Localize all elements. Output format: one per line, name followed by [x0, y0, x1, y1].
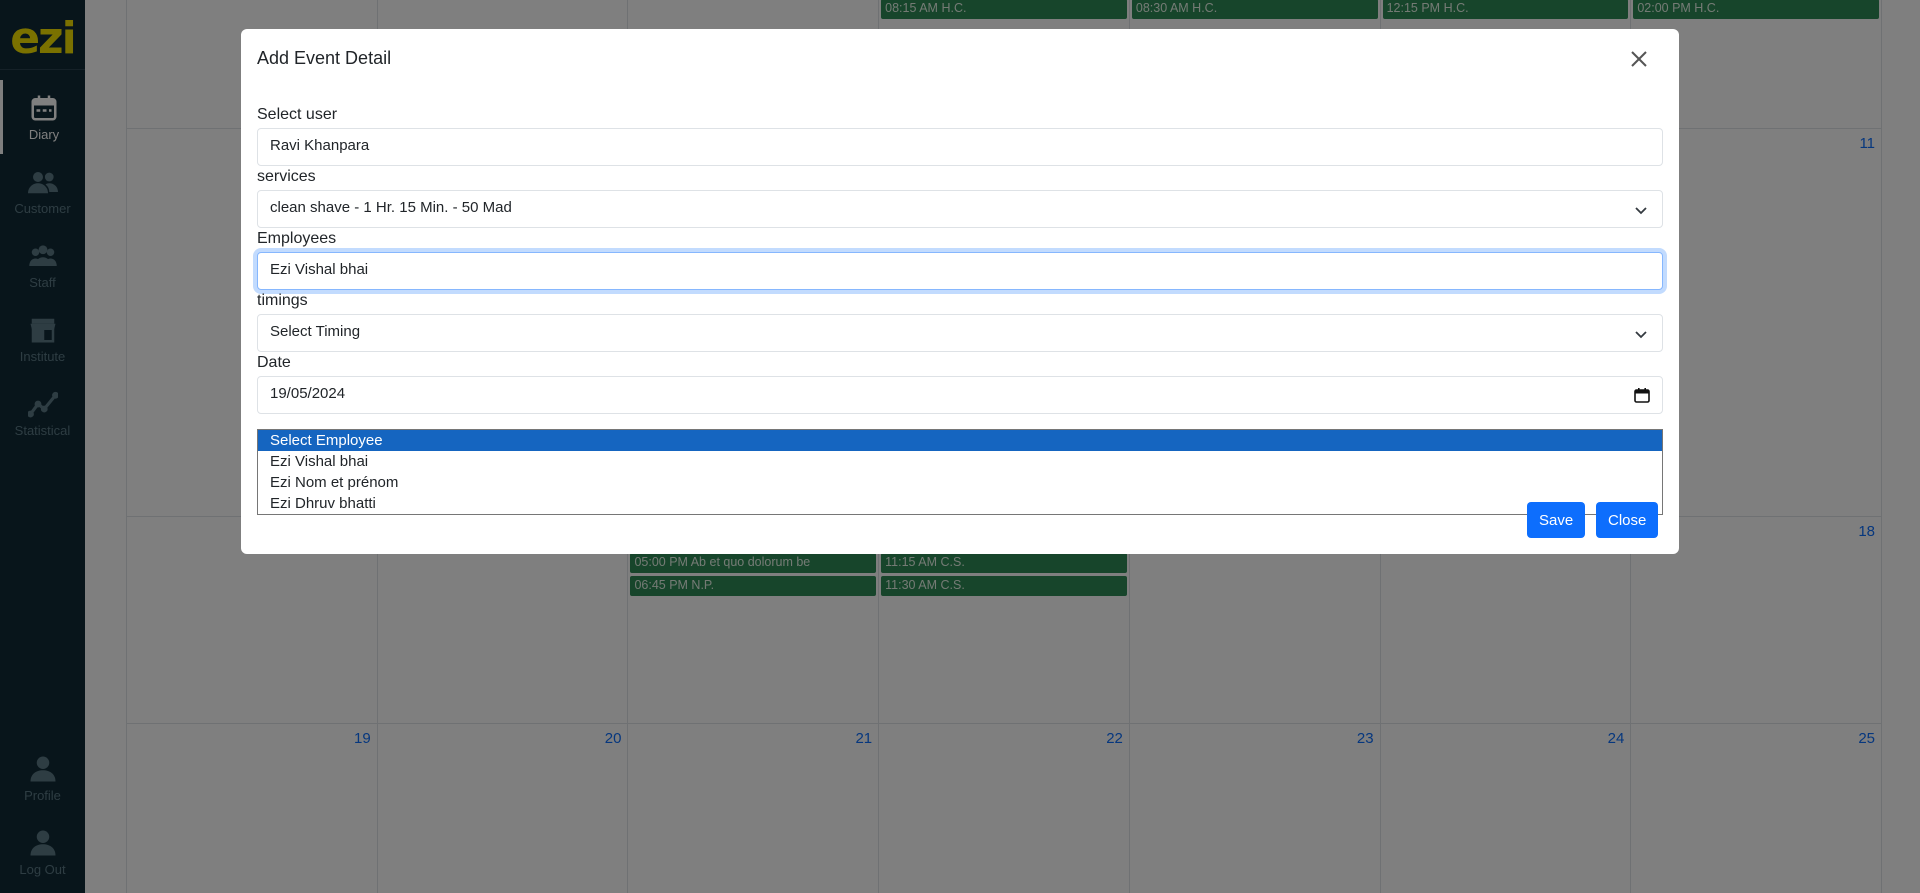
close-icon[interactable] [1629, 49, 1649, 69]
services-value: clean shave - 1 Hr. 15 Min. - 50 Mad [270, 199, 512, 216]
user-label: Select user [257, 106, 338, 123]
user-input[interactable]: Ravi Khanpara [257, 128, 1663, 166]
date-value: 19/05/2024 [270, 385, 346, 402]
services-select[interactable]: clean shave - 1 Hr. 15 Min. - 50 Mad [257, 190, 1663, 228]
employee-option[interactable]: Ezi Nom et prénom [258, 472, 1662, 493]
chevron-down-icon [1635, 207, 1647, 215]
employee-option[interactable]: Select Employee [258, 430, 1662, 451]
close-button[interactable]: Close [1596, 502, 1659, 538]
timings-value: Select Timing [270, 323, 361, 340]
employees-select[interactable]: Ezi Vishal bhai [257, 252, 1663, 290]
save-button[interactable]: Save [1527, 502, 1586, 538]
employees-label: Employees [257, 230, 337, 247]
timings-select[interactable]: Select Timing [257, 314, 1663, 352]
timings-label: timings [257, 292, 308, 309]
calendar-picker-icon[interactable] [1634, 387, 1650, 403]
user-value: Ravi Khanpara [270, 137, 370, 154]
date-label: Date [257, 354, 291, 371]
chevron-down-icon [1635, 331, 1647, 339]
employee-option[interactable]: Ezi Vishal bhai [258, 451, 1662, 472]
date-input[interactable]: 19/05/2024 [257, 376, 1663, 414]
employees-value: Ezi Vishal bhai [270, 261, 369, 278]
services-label: services [257, 168, 316, 185]
employee-option[interactable]: Ezi Dhruv bhatti [258, 493, 1662, 514]
add-event-modal: Add Event Detail Select user Ravi Khanpa… [241, 29, 1679, 554]
employees-dropdown-list: Select Employee Ezi Vishal bhai Ezi Nom … [257, 429, 1663, 515]
modal-title: Add Event Detail [257, 48, 392, 68]
